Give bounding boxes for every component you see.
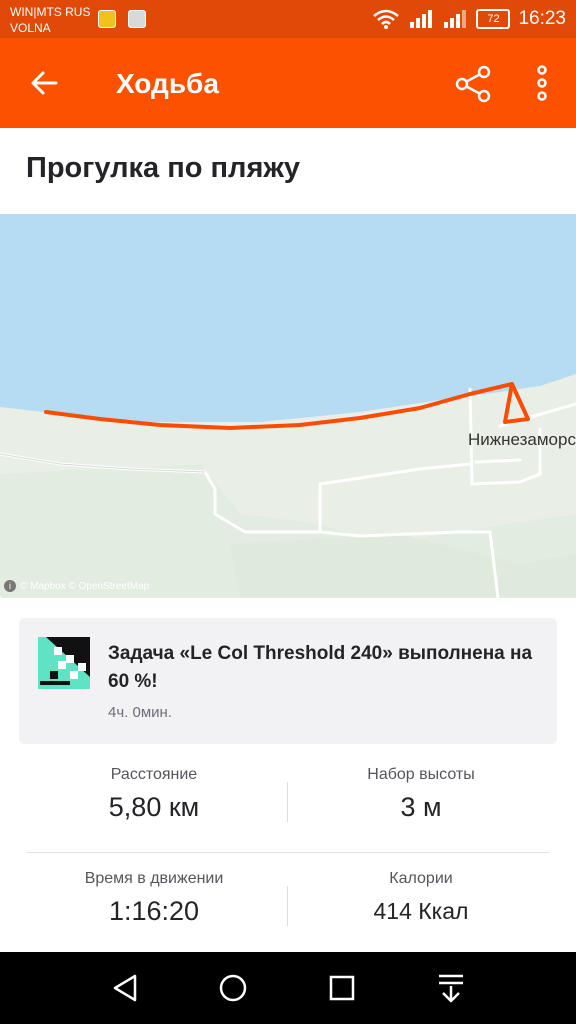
stat-calories: Калории 414 Ккал [277, 870, 565, 925]
app-bar-title: Ходьба [116, 68, 219, 99]
status-right: 72 16:23 [372, 0, 566, 38]
info-icon[interactable]: i [4, 580, 16, 592]
triangle-back-icon [113, 974, 137, 1002]
moving-time-value: 1:16:20 [108, 896, 200, 926]
share-icon [455, 65, 491, 103]
challenge-text: Задача «Le Col Threshold 240» выполнена … [108, 643, 533, 692]
stat-elevation: Набор высоты 3 м [277, 766, 565, 823]
stats-row-divider [26, 852, 550, 853]
nav-back-button[interactable] [103, 966, 147, 1010]
carrier-line-2: VOLNA [10, 21, 51, 35]
square-recents-icon [329, 975, 355, 1001]
back-button[interactable] [24, 63, 64, 103]
map-attribution[interactable]: i © Mapbox © OpenStreetMap [4, 580, 149, 592]
carrier-line-1: WIN|MTS RUS [10, 5, 91, 19]
arrow-back-icon [31, 71, 58, 95]
distance-label: Расстояние [110, 766, 198, 783]
map-canvas [0, 214, 576, 600]
signal-r-icon [410, 10, 433, 28]
notification-app-icon [98, 10, 116, 28]
distance-value: 5,80 км [108, 792, 200, 822]
calories-label: Калории [389, 870, 453, 887]
stat-moving-time: Время в движении 1:16:20 [10, 870, 298, 927]
carrier-info: WIN|MTS RUS VOLNA [10, 4, 90, 36]
battery-icon: 72 [476, 9, 511, 29]
challenge-badge-icon [38, 637, 90, 689]
challenge-time: 4ч. 0мин. [108, 704, 172, 721]
nav-recents-button[interactable] [320, 966, 364, 1010]
map-place-label: Нижнезаморс [468, 430, 576, 449]
nav-notifications-button[interactable] [429, 966, 473, 1010]
status-bar: WIN|MTS RUS VOLNA 72 16:23 [0, 0, 576, 38]
moving-time-label: Время в движении [84, 870, 224, 887]
stat-distance: Расстояние 5,80 км [10, 766, 298, 823]
elevation-value: 3 м [400, 792, 442, 822]
route-map[interactable]: Нижнезаморс i © Mapbox © OpenStreetMap [0, 214, 576, 600]
signal-icon [444, 10, 467, 28]
more-options-button[interactable] [524, 62, 560, 106]
more-vertical-icon [537, 65, 547, 101]
map-attribution-text: © Mapbox © OpenStreetMap [20, 580, 150, 592]
elevation-label: Набор высоты [367, 766, 475, 783]
gallery-notification-icon [128, 10, 146, 28]
clock: 16:23 [518, 8, 566, 29]
challenge-card[interactable]: Задача «Le Col Threshold 240» выполнена … [19, 618, 557, 744]
share-button[interactable] [452, 62, 496, 106]
wifi-icon [373, 9, 400, 29]
activity-title: Прогулка по пляжу [26, 152, 301, 184]
app-bar: Ходьба [0, 38, 576, 128]
circle-home-icon [219, 974, 247, 1002]
system-nav-bar [0, 952, 576, 1024]
pull-down-icon [439, 974, 463, 1003]
nav-home-button[interactable] [211, 966, 255, 1010]
calories-value: 414 Ккал [373, 898, 469, 924]
